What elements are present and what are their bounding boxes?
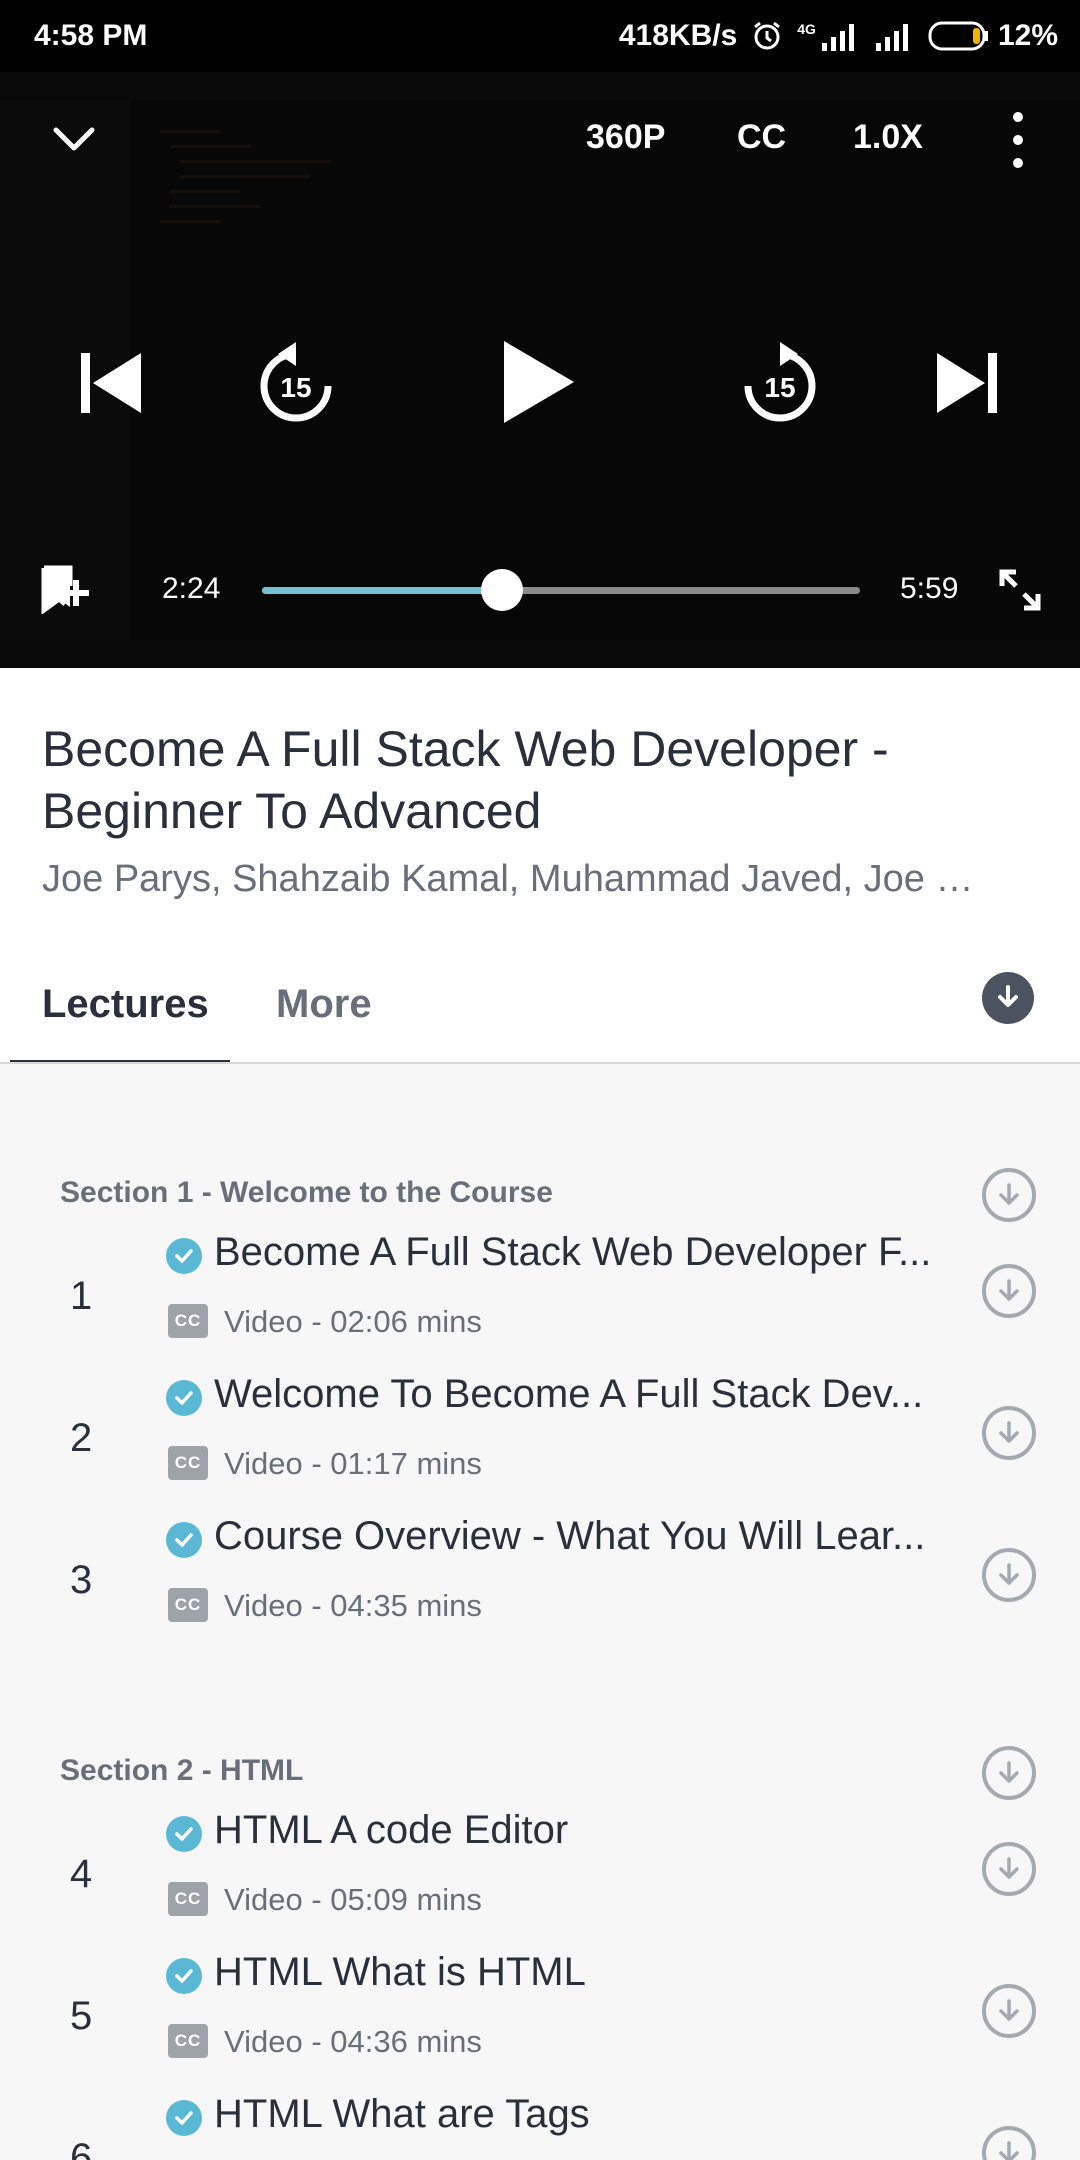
player-top-controls: 360P CC 1.0X [0, 110, 1080, 170]
lecture-meta: Video - 01:17 mins [224, 1446, 482, 1481]
quality-button[interactable]: 360P [586, 118, 665, 157]
check-circle-icon [166, 1958, 202, 1994]
download-all-icon[interactable] [982, 972, 1034, 1024]
player-mid-controls: 15 15 [0, 322, 1080, 442]
network-speed: 418KB/s [618, 19, 738, 52]
lecture-title: HTML What are Tags [214, 2092, 590, 2136]
skip-next-icon[interactable] [930, 348, 1006, 418]
network-type: 4G [797, 21, 816, 37]
lecture-number: 3 [70, 1558, 93, 1602]
lecture-list[interactable]: Section 1 - Welcome to the Course 1 Beco… [0, 1064, 1080, 2160]
chevron-down-icon[interactable] [48, 114, 100, 166]
check-circle-icon [166, 1816, 202, 1852]
signal-icon [874, 21, 914, 51]
lecture-meta: Video - 04:35 mins [224, 1588, 482, 1623]
rewind-15-icon[interactable]: 15 [254, 340, 338, 426]
lecture-item[interactable]: 2 Welcome To Become A Full Stack Dev... … [0, 1372, 1080, 1514]
seek-bar-thumb[interactable] [480, 569, 523, 611]
lecture-number: 6 [70, 2136, 93, 2160]
closed-captions-icon: CC [168, 2024, 208, 2058]
download-icon[interactable] [982, 1984, 1036, 2038]
lecture-item[interactable]: 1 Become A Full Stack Web Developer F...… [0, 1230, 1080, 1372]
download-icon[interactable] [982, 1168, 1036, 1222]
rewind-seconds: 15 [280, 372, 312, 403]
lecture-item[interactable]: 4 HTML A code Editor CC Video - 05:09 mi… [0, 1808, 1080, 1950]
check-circle-icon [166, 1380, 202, 1416]
seek-bar-progress [262, 587, 502, 594]
section-title: Section 1 - Welcome to the Course [60, 1176, 553, 1209]
tab-more[interactable]: More [276, 982, 372, 1027]
bookmark-add-icon[interactable] [40, 564, 90, 615]
kebab-menu-icon[interactable] [1006, 112, 1030, 168]
forward-seconds: 15 [764, 372, 796, 403]
lecture-number: 1 [70, 1274, 93, 1318]
tab-lectures[interactable]: Lectures [42, 982, 209, 1027]
course-tabs: Lectures More [0, 930, 1080, 1064]
battery-icon [928, 21, 988, 51]
lecture-title: Welcome To Become A Full Stack Dev... [214, 1372, 924, 1416]
alarm-icon [751, 20, 783, 52]
download-icon[interactable] [982, 1746, 1036, 1800]
closed-captions-icon: CC [168, 1588, 208, 1622]
video-player[interactable]: 360P CC 1.0X 15 15 2:24 5:59 [0, 72, 1080, 668]
battery-level: 12% [997, 19, 1058, 52]
lecture-meta: Video - 02:06 mins [224, 1304, 482, 1339]
lecture-title: HTML What is HTML [214, 1950, 586, 1994]
seek-bar[interactable] [262, 569, 860, 611]
lecture-meta: Video - 05:09 mins [224, 1882, 482, 1917]
status-bar: 4:58 PM 418KB/s 4G 12% [0, 0, 1080, 72]
signal-4g-icon: 4G [797, 21, 860, 51]
closed-captions-icon: CC [168, 1882, 208, 1916]
closed-captions-icon: CC [168, 1446, 208, 1480]
lecture-item[interactable]: 3 Course Overview - What You Will Lear..… [0, 1514, 1080, 1656]
download-icon[interactable] [982, 1842, 1036, 1896]
download-icon[interactable] [982, 1548, 1036, 1602]
lecture-meta: Video - 04:36 mins [224, 2024, 482, 2059]
course-info: Become A Full Stack Web Developer - Begi… [0, 668, 1080, 1064]
captions-button[interactable]: CC [737, 118, 786, 157]
duration: 5:59 [900, 572, 959, 605]
battery-indicator: 12% [928, 19, 1058, 53]
lecture-item[interactable]: 6 HTML What are Tags [0, 2092, 1080, 2160]
skip-previous-icon[interactable] [72, 348, 148, 418]
lecture-title: Course Overview - What You Will Lear... [214, 1514, 926, 1558]
current-time: 2:24 [162, 572, 221, 605]
status-icons: 418KB/s 4G 12% [619, 19, 1058, 53]
fullscreen-icon[interactable] [998, 568, 1042, 612]
lecture-number: 4 [70, 1852, 93, 1896]
course-title: Become A Full Stack Web Developer - Begi… [42, 721, 889, 839]
speed-button[interactable]: 1.0X [853, 118, 923, 157]
check-circle-icon [166, 2100, 202, 2136]
forward-15-icon[interactable]: 15 [738, 340, 822, 426]
download-icon[interactable] [982, 2126, 1036, 2160]
lecture-number: 5 [70, 1994, 93, 2038]
status-time: 4:58 PM [34, 19, 148, 52]
check-circle-icon [166, 1238, 202, 1274]
lecture-title: Become A Full Stack Web Developer F... [214, 1230, 932, 1274]
play-icon[interactable] [496, 334, 580, 430]
lecture-item[interactable]: 5 HTML What is HTML CC Video - 04:36 min… [0, 1950, 1080, 2092]
lecture-number: 2 [70, 1416, 93, 1460]
player-bottom-controls: 2:24 5:59 [0, 550, 1080, 630]
course-instructors[interactable]: Joe Parys, Shahzaib Kamal, Muhammad Jave… [42, 858, 1022, 901]
download-icon[interactable] [982, 1264, 1036, 1318]
download-icon[interactable] [982, 1406, 1036, 1460]
check-circle-icon [166, 1522, 202, 1558]
closed-captions-icon: CC [168, 1304, 208, 1338]
lecture-title: HTML A code Editor [214, 1808, 569, 1852]
section-title: Section 2 - HTML [60, 1754, 304, 1787]
